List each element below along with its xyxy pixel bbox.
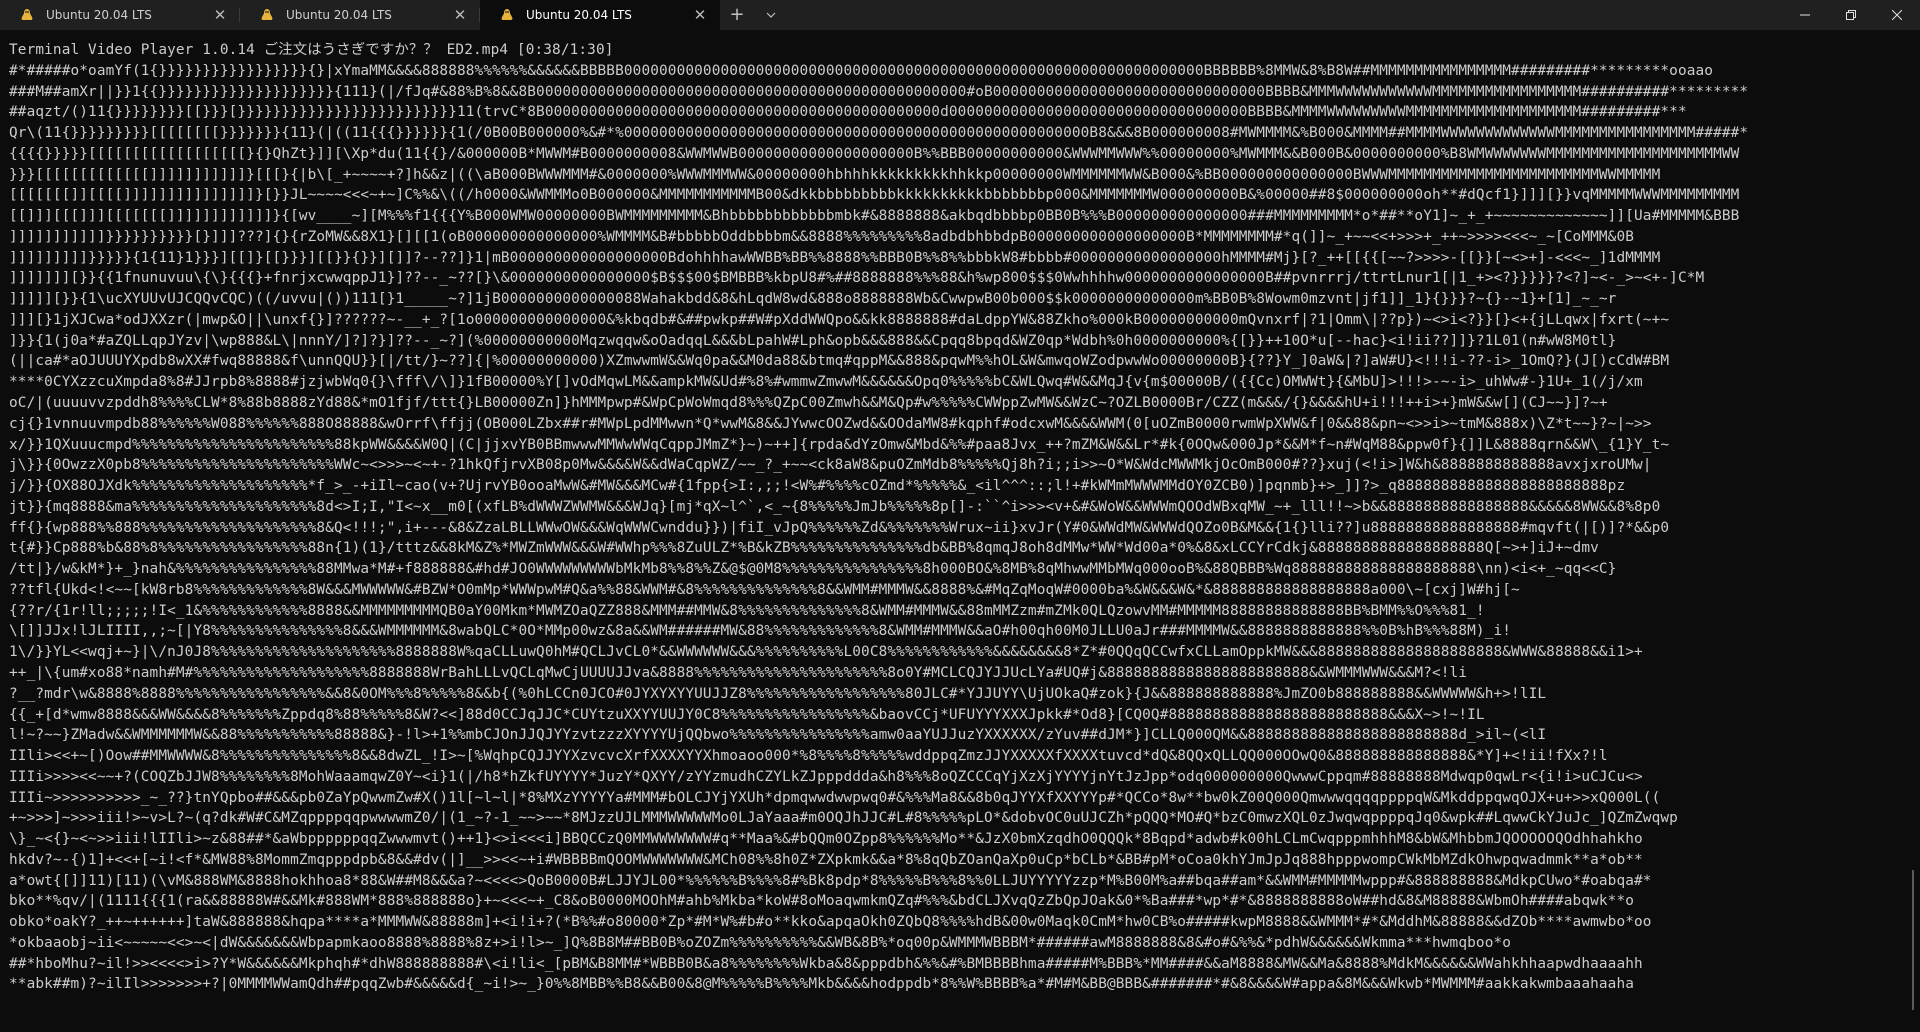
ascii-frame-line: ++_|\{um#xo88*namh#M#%%%%%%%%%%%%%%%%%%%… [9,664,1468,681]
window-controls [1782,0,1920,30]
ascii-frame-line: cj{}1vnnuuvmpdb88%%%%%%W088%%%%%%888O888… [9,415,1652,432]
ascii-frame-line: ]]][}1jXJCwa*odJXXzr(|mwp&O||\unxf{}]???… [9,311,1670,328]
ascii-frame-line: /tt|}/w&kM*}+_}nah&%%%%%%%%%%%%%%%%88MMw… [9,561,1617,578]
ascii-frame-line: +~>>>]~>>>iii!>~v>L?~(q?dk#W#C&MZqppppqq… [9,810,1678,827]
ascii-frame-line: ?__?mdr\w&8888%8888%%%%%%%%%%%%%%%%%&&8&… [9,685,1547,702]
ascii-frame-line: l!~?~~}ZMadw&&WMMMMMMW&&88%%%%%%%%%%%888… [9,727,1547,744]
ascii-frame-line: ###M##amXr||}}1{{}}}}}}}}}}}}}}}}}}}}{11… [9,83,1749,100]
tab-label: Ubuntu 20.04 LTS [286,8,392,22]
title-bar: Ubuntu 20.04 LTS ✕ Ubuntu 20.04 LTS ✕ Ub… [0,0,1920,30]
close-icon[interactable]: ✕ [692,7,708,23]
penguin-icon [20,8,34,22]
close-icon[interactable]: ✕ [452,7,468,23]
ascii-frame-line: hkdv?~-{)1]+<<+[~i!<f*&MW88%8MommZmqpppd… [9,851,1643,868]
close-icon[interactable]: ✕ [212,7,228,23]
ascii-frame-line: {{{{}}}}}[[[[[[[[[[[[[[[[[[}{}QhZt}]][\X… [9,145,1740,162]
ascii-frame-line: {{_+[d*wmw8888&&&WW&&&&8%%%%%%%Zppdq8%88… [9,706,1485,723]
close-window-button[interactable] [1874,0,1920,30]
ascii-frame-line: ##*hboMhu?~il!>><<<<>i>?Y*W&&&&&&Mkphqh#… [9,955,1643,972]
ascii-frame-line: ff{}{wp888%%888%%%%%%%%%%%%%%%%%%%%8&Q<!… [9,519,1670,536]
tab-ubuntu-3-active[interactable]: Ubuntu 20.04 LTS ✕ [480,0,720,30]
ascii-frame-line: ??tfl{Ukd<!<~~[kW8rb8%%%%%%%%%%%%%8W&&&M… [9,581,1520,598]
chevron-down-icon[interactable] [754,0,788,30]
ascii-frame-line: x/}}1QXuuucmpd%%%%%%%%%%%%%%%%%%%%%%%88k… [9,436,1670,453]
minimize-button[interactable] [1782,0,1828,30]
ascii-frame-line: a*owt{[]]11)[11)(\vM&888WM&8888hokhhoa8*… [9,872,1652,889]
ascii-frame-line: jt}}{mq8888&ma%%%%%%%%%%%%%%%%%%%%%8d<>I… [9,498,1661,515]
tab-label: Ubuntu 20.04 LTS [46,8,152,22]
penguin-icon [260,8,274,22]
ascii-frame-line: ##aqzt/()11{}}}}}}}}[[}}}[}}}}}}}}}}}}}}… [9,104,1687,121]
ascii-frame-line: bko**%qv/|(1111{{{1(ra&&88888W#&&Mk#888W… [9,893,1635,910]
ascii-frame-line: IIIi~>>>>>>>>>>_~_??}tnYQpbo##&&&pb0ZaYp… [9,789,1661,806]
terminal-output[interactable]: Terminal Video Player 1.0.14 ご注文はうさぎですか？… [0,30,1920,1032]
penguin-icon [500,8,514,22]
ascii-frame-line: j/}}{OX88OJXdk%%%%%%%%%%%%%%%%%%%%*f_>_-… [9,478,1626,495]
ascii-frame-line: j\}}{0OwzzX0pb8%%%%%%%%%%%%%%%%%%%%%%WWc… [9,457,1652,474]
ascii-frame-line: \[]]JJx!lJLIIII,,;~[|Y8%%%%%%%%%%%%%%%8&… [9,623,1512,640]
tab-ubuntu-1[interactable]: Ubuntu 20.04 LTS ✕ [0,0,240,30]
ascii-frame-line: IIIi>>>><<~~+?(COQZbJJW8%%%%%%%%8MohWaaa… [9,768,1643,785]
player-status-line: Terminal Video Player 1.0.14 ご注文はうさぎですか？… [9,42,614,58]
ascii-frame-line: ****0CYXzzcuXmpda8%8#JJrpb8%8888#jzjwbWq… [9,374,1643,391]
ascii-frame-line: 1\/}}YL<<wqj+~}|\/nJ0J8%%%%%%%%%%%%%%%%%… [9,644,1643,661]
ascii-frame-line: ]]]]][}}{1\ucXYUUvUJCQQvCQC)((/uvvu|())1… [9,291,1617,308]
tab-ubuntu-2[interactable]: Ubuntu 20.04 LTS ✕ [240,0,480,30]
restore-button[interactable] [1828,0,1874,30]
ascii-frame-line: (||ca#*aOJUUUYXpdb8wXX#fwq88888&f\unnQQU… [9,353,1670,370]
ascii-frame-line: **abk##m)?~ilIl>>>>>>>+?|0MMMMWWamQdh##p… [9,976,1635,993]
ascii-frame-line: [[[[[[[]][[[[]]]]]]]]]]]]]]]}[}}JL~~~~<<… [9,187,1740,204]
ascii-frame-line: IIli><<+~[)Oow##MMWWWW&8%%%%%%%%%%%%%%%8… [9,748,1608,765]
ascii-frame-line: \}_~<{}~<~>>iii!lIIli>~z&88##*&aWbpppppp… [9,831,1643,848]
tab-label: Ubuntu 20.04 LTS [526,8,632,22]
ascii-frame-line: t{#}}Cp888%b&88%8%%%%%%%%%%%%%%%%%88n{1)… [9,540,1599,557]
ascii-frame-line: obko*oakY?_++~++++++]taW&888888&hqpa****… [9,914,1652,931]
ascii-frame-line: ]]]]]]]]]}}}}}{1{11}1}}}][[]}[[}}}][[}}{… [9,249,1661,266]
ascii-frame-line: Qr\(11{}}}}}}}}}[[[[[[[[}}}}}}}{11}(|((1… [9,125,1749,142]
ascii-frame-line: oC/|(uuuuvvzpddh8%%%%CLW*8%88b8888zYd88&… [9,395,1608,412]
ascii-frame-line: ]]]]]]]]]]]}}}}}}}}}}[}]]]???]{}{rZoMW&&… [9,228,1635,245]
ascii-frame-line: ]}}{1(j0a*#aZQLLqpJYzv|\wp888&L\|nnnY/]?… [9,332,1617,349]
ascii-frame-line: *okbaaobj~ii<~~~~~<<>~<|dW&&&&&&&Wbpapmk… [9,934,1512,951]
ascii-frame-line: #*#####o*oamYf(1{}}}}}}}}}}}}}}}}}{}|xYm… [9,62,1714,79]
new-tab-button[interactable]: + [720,0,754,30]
ascii-frame-line: {??r/{1r!ll;;;;;!I<_1&%%%%%%%%%%%%8888&&… [9,602,1485,619]
scrollbar[interactable] [1912,870,1914,1010]
ascii-frame-line: ]]]]]]][}}{{1fnunuvuu\{\}{{{}+fnrjxcwwqp… [9,270,1705,287]
ascii-frame-line: [[]]][[[]]][[[[[[[]]]]]]]]]]]]}{[wv____~… [9,208,1740,225]
ascii-frame-line: }}}[[[[[[[[[[[[[]]]]]]]]]]]}[[[}{|b\[_+~… [9,166,1661,183]
